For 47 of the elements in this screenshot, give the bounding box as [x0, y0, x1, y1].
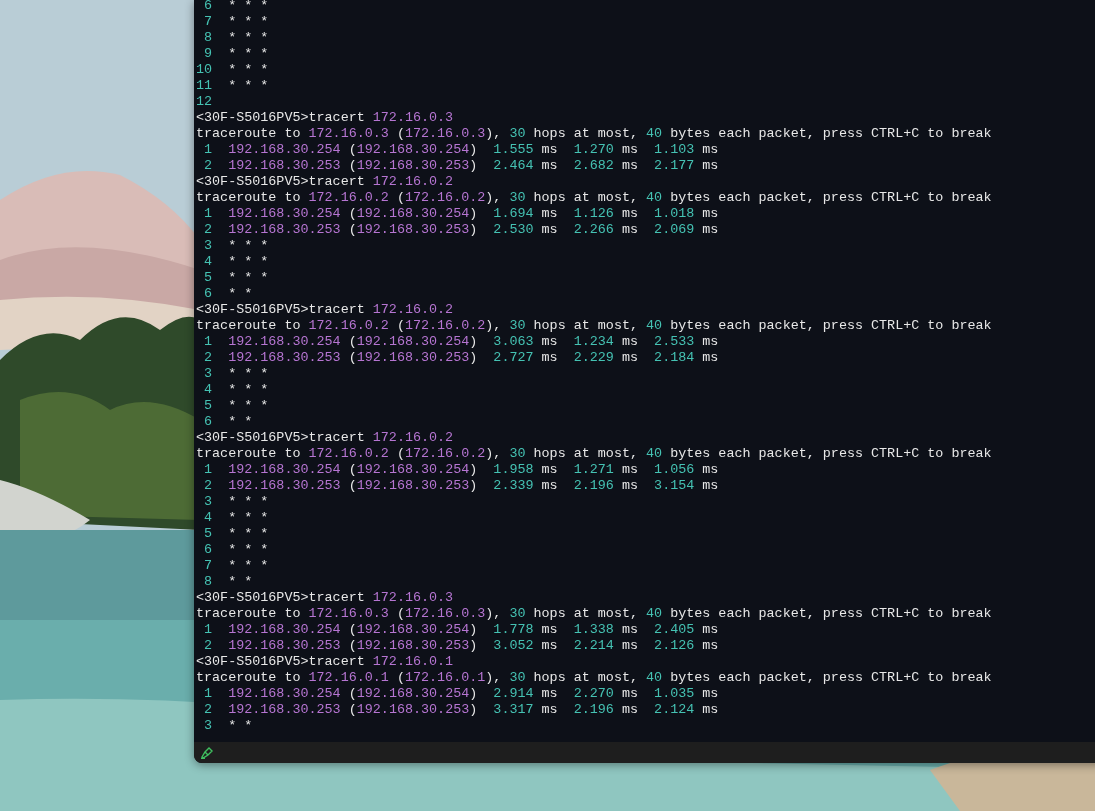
terminal-line: 2 192.168.30.253 (192.168.30.253) 2.530 ms 2.266 ms 2.069 ms [203, 222, 719, 238]
terminal-line: 9 * * * [203, 46, 269, 62]
terminal-line: 6 * * [203, 286, 253, 302]
terminal-line: 1 192.168.30.254 (192.168.30.254) 3.063 ms 1.234 ms 2.533 ms [203, 334, 719, 350]
terminal-line: traceroute to 172.16.0.3 (172.16.0.3), 30 hops at most, 40 bytes each packet, press CTRL+C to break [196, 126, 992, 142]
terminal-line: 1 192.168.30.254 (192.168.30.254) 2.914 ms 2.270 ms 1.035 ms [203, 686, 719, 702]
terminal-line: <30F-S5016PV5>tracert 172.16.0.3 [196, 590, 454, 606]
terminal-line: 4 * * * [203, 382, 269, 398]
terminal-line: 2 192.168.30.253 (192.168.30.253) 3.317 ms 2.196 ms 2.124 ms [203, 702, 719, 718]
terminal-line: 11 * * * [196, 78, 269, 94]
terminal-line: 8 * * * [203, 30, 269, 46]
terminal-line: 2 192.168.30.253 (192.168.30.253) 3.052 ms 2.214 ms 2.126 ms [203, 638, 719, 654]
terminal-line: 5 * * * [203, 398, 269, 414]
pen-icon [200, 746, 213, 759]
terminal-line: traceroute to 172.16.0.1 (172.16.0.1), 30 hops at most, 40 bytes each packet, press CTRL+C to break [196, 670, 992, 686]
terminal-line: 1 192.168.30.254 (192.168.30.254) 1.694 ms 1.126 ms 1.018 ms [203, 206, 719, 222]
terminal-line: <30F-S5016PV5>tracert 172.16.0.1 [196, 654, 454, 670]
terminal-line: 3 * * * [203, 238, 269, 254]
terminal-line: 6 * * * [203, 0, 269, 14]
terminal-line: 7 * * * [203, 14, 269, 30]
terminal-line: 2 192.168.30.253 (192.168.30.253) 2.339 ms 2.196 ms 3.154 ms [203, 478, 719, 494]
terminal-line: 6 * * * [203, 542, 269, 558]
terminal-line: <30F-S5016PV5>tracert 172.16.0.2 [196, 302, 454, 318]
terminal-line: 1 192.168.30.254 (192.168.30.254) 1.778 ms 1.338 ms 2.405 ms [203, 622, 719, 638]
terminal-line: <30F-S5016PV5>tracert 172.16.0.3 [196, 110, 454, 126]
terminal-line: 10 * * * [196, 62, 269, 78]
terminal-line: traceroute to 172.16.0.2 (172.16.0.2), 30 hops at most, 40 bytes each packet, press CTRL+C to break [196, 190, 992, 206]
terminal-line: 3 * * * [203, 366, 269, 382]
terminal-line: 5 * * * [203, 270, 269, 286]
terminal-line: 7 * * * [203, 558, 269, 574]
terminal-line: 1 192.168.30.254 (192.168.30.254) 1.958 ms 1.271 ms 1.056 ms [203, 462, 719, 478]
terminal-line: 3 * * * [203, 494, 269, 510]
terminal-line: 2 192.168.30.253 (192.168.30.253) 2.464 ms 2.682 ms 2.177 ms [203, 158, 719, 174]
terminal-line: 12 [196, 94, 213, 110]
terminal-line: 2 192.168.30.253 (192.168.30.253) 2.727 ms 2.229 ms 2.184 ms [203, 350, 719, 366]
terminal-line: traceroute to 172.16.0.3 (172.16.0.3), 30 hops at most, 40 bytes each packet, press CTRL+C to break [196, 606, 992, 622]
terminal-line: traceroute to 172.16.0.2 (172.16.0.2), 30 hops at most, 40 bytes each packet, press CTRL+C to break [196, 446, 992, 462]
terminal-line: 4 * * * [203, 254, 269, 270]
terminal-line: 4 * * * [203, 510, 269, 526]
terminal-line: traceroute to 172.16.0.2 (172.16.0.2), 30 hops at most, 40 bytes each packet, press CTRL+C to break [196, 318, 992, 334]
terminal-line: 6 * * [203, 414, 253, 430]
terminal-line: 1 192.168.30.254 (192.168.30.254) 1.555 ms 1.270 ms 1.103 ms [203, 142, 719, 158]
terminal-line: 8 * * [203, 574, 253, 590]
terminal-line: <30F-S5016PV5>tracert 172.16.0.2 [196, 174, 454, 190]
terminal-line: 5 * * * [203, 526, 269, 542]
terminal-line: <30F-S5016PV5>tracert 172.16.0.2 [196, 430, 454, 446]
terminal-line: 3 * * [203, 718, 253, 734]
